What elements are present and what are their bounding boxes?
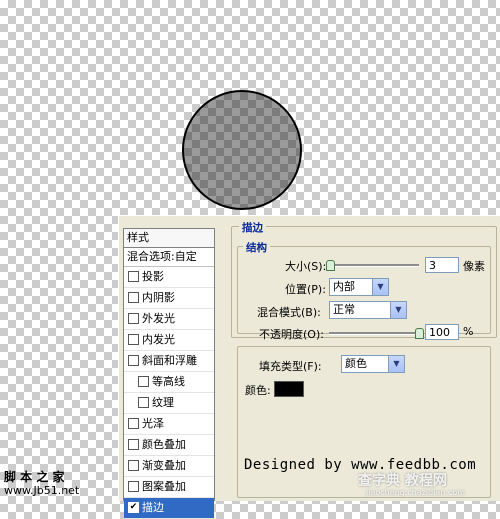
chevron-down-icon: ▼ [388, 356, 404, 372]
chevron-down-icon: ▼ [390, 302, 406, 318]
stroke-group-title: 描边 [239, 220, 266, 235]
blend-mode-select[interactable]: 正常 ▼ [329, 301, 407, 319]
opacity-slider-thumb[interactable] [415, 328, 424, 339]
site-url-watermark: www.Jb51.net [4, 484, 80, 497]
styles-list: 样式 混合选项:自定 投影内阴影外发光内发光斜面和浮雕等高线纹理光泽颜色叠加渐变… [123, 228, 215, 519]
position-select[interactable]: 内部 ▼ [329, 278, 389, 296]
size-input[interactable]: 3 [425, 257, 459, 273]
style-item-label: 纹理 [152, 396, 174, 409]
style-item-label: 内发光 [142, 333, 175, 346]
checkbox-icon[interactable] [128, 354, 139, 366]
right-site-name-watermark: 查字典 教程网 [358, 473, 447, 489]
style-item[interactable]: ✔ 描边 [124, 498, 214, 519]
style-item[interactable]: 等高线 [124, 372, 214, 393]
style-item-label: 颜色叠加 [142, 438, 186, 451]
style-item-label: 渐变叠加 [142, 459, 186, 472]
size-slider-thumb[interactable] [325, 260, 335, 271]
checkbox-icon[interactable] [128, 480, 139, 492]
style-item-label: 光泽 [142, 417, 164, 430]
style-item-label: 图案叠加 [142, 480, 186, 493]
checkbox-icon[interactable] [128, 459, 139, 471]
fill-type-select-value: 颜色 [345, 357, 367, 370]
opacity-slider-track[interactable] [329, 332, 419, 335]
stroked-circle-layer [182, 90, 302, 210]
fill-type-select[interactable]: 颜色 ▼ [341, 355, 405, 373]
style-item-label: 外发光 [142, 312, 175, 325]
checkbox-checked-icon[interactable]: ✔ [128, 501, 139, 513]
style-item-label: 描边 [142, 501, 164, 514]
style-item[interactable]: 光泽 [124, 414, 214, 435]
style-item[interactable]: 纹理 [124, 393, 214, 414]
style-item-label: 投影 [142, 270, 164, 283]
style-item-label: 内阴影 [142, 291, 175, 304]
style-item[interactable]: 斜面和浮雕 [124, 351, 214, 372]
size-unit: 像素 [463, 260, 485, 273]
right-site-url-watermark: jiaocheng.chazidian.com [366, 488, 466, 497]
chevron-down-icon: ▼ [372, 279, 388, 295]
position-select-value: 内部 [333, 280, 355, 293]
style-item[interactable]: 外发光 [124, 309, 214, 330]
opacity-unit: % [463, 325, 474, 338]
style-item[interactable]: 图案叠加 [124, 477, 214, 498]
site-name-watermark: 脚 本 之 家 [4, 470, 65, 484]
checkbox-icon[interactable] [138, 375, 149, 387]
opacity-label: 不透明度(O): [259, 328, 324, 341]
checkbox-icon[interactable] [128, 438, 139, 450]
style-item[interactable]: 内阴影 [124, 288, 214, 309]
position-label: 位置(P): [285, 283, 326, 296]
fill-type-label: 填充类型(F): [259, 360, 322, 373]
checkbox-icon[interactable] [128, 417, 139, 429]
style-item-label: 斜面和浮雕 [142, 354, 197, 367]
blend-mode-label: 混合模式(B): [257, 306, 321, 319]
blend-mode-select-value: 正常 [333, 303, 355, 316]
style-item[interactable]: 渐变叠加 [124, 456, 214, 477]
styles-header: 样式 [124, 229, 214, 248]
structure-group-title: 结构 [243, 240, 270, 255]
size-label: 大小(S): [285, 260, 327, 273]
size-slider-track[interactable] [329, 264, 419, 267]
checkbox-icon[interactable] [128, 333, 139, 345]
checkbox-icon[interactable] [138, 396, 149, 408]
style-item[interactable]: 内发光 [124, 330, 214, 351]
style-items: 投影 内阴影 外发光 内发光 斜面和浮雕 等高线 纹理 光泽 颜色叠加 渐变叠加 图案叠加 ✔ 描边 [124, 267, 214, 519]
blend-options-item[interactable]: 混合选项:自定 [124, 248, 214, 267]
stroke-color-swatch[interactable] [274, 381, 304, 397]
style-item[interactable]: 颜色叠加 [124, 435, 214, 456]
checkbox-icon[interactable] [128, 270, 139, 282]
opacity-input[interactable]: 100 [425, 324, 459, 340]
style-item-label: 等高线 [152, 375, 185, 388]
checkbox-icon[interactable] [128, 312, 139, 324]
style-item[interactable]: 投影 [124, 267, 214, 288]
checkbox-icon[interactable] [128, 291, 139, 303]
color-label: 颜色: [245, 384, 271, 397]
